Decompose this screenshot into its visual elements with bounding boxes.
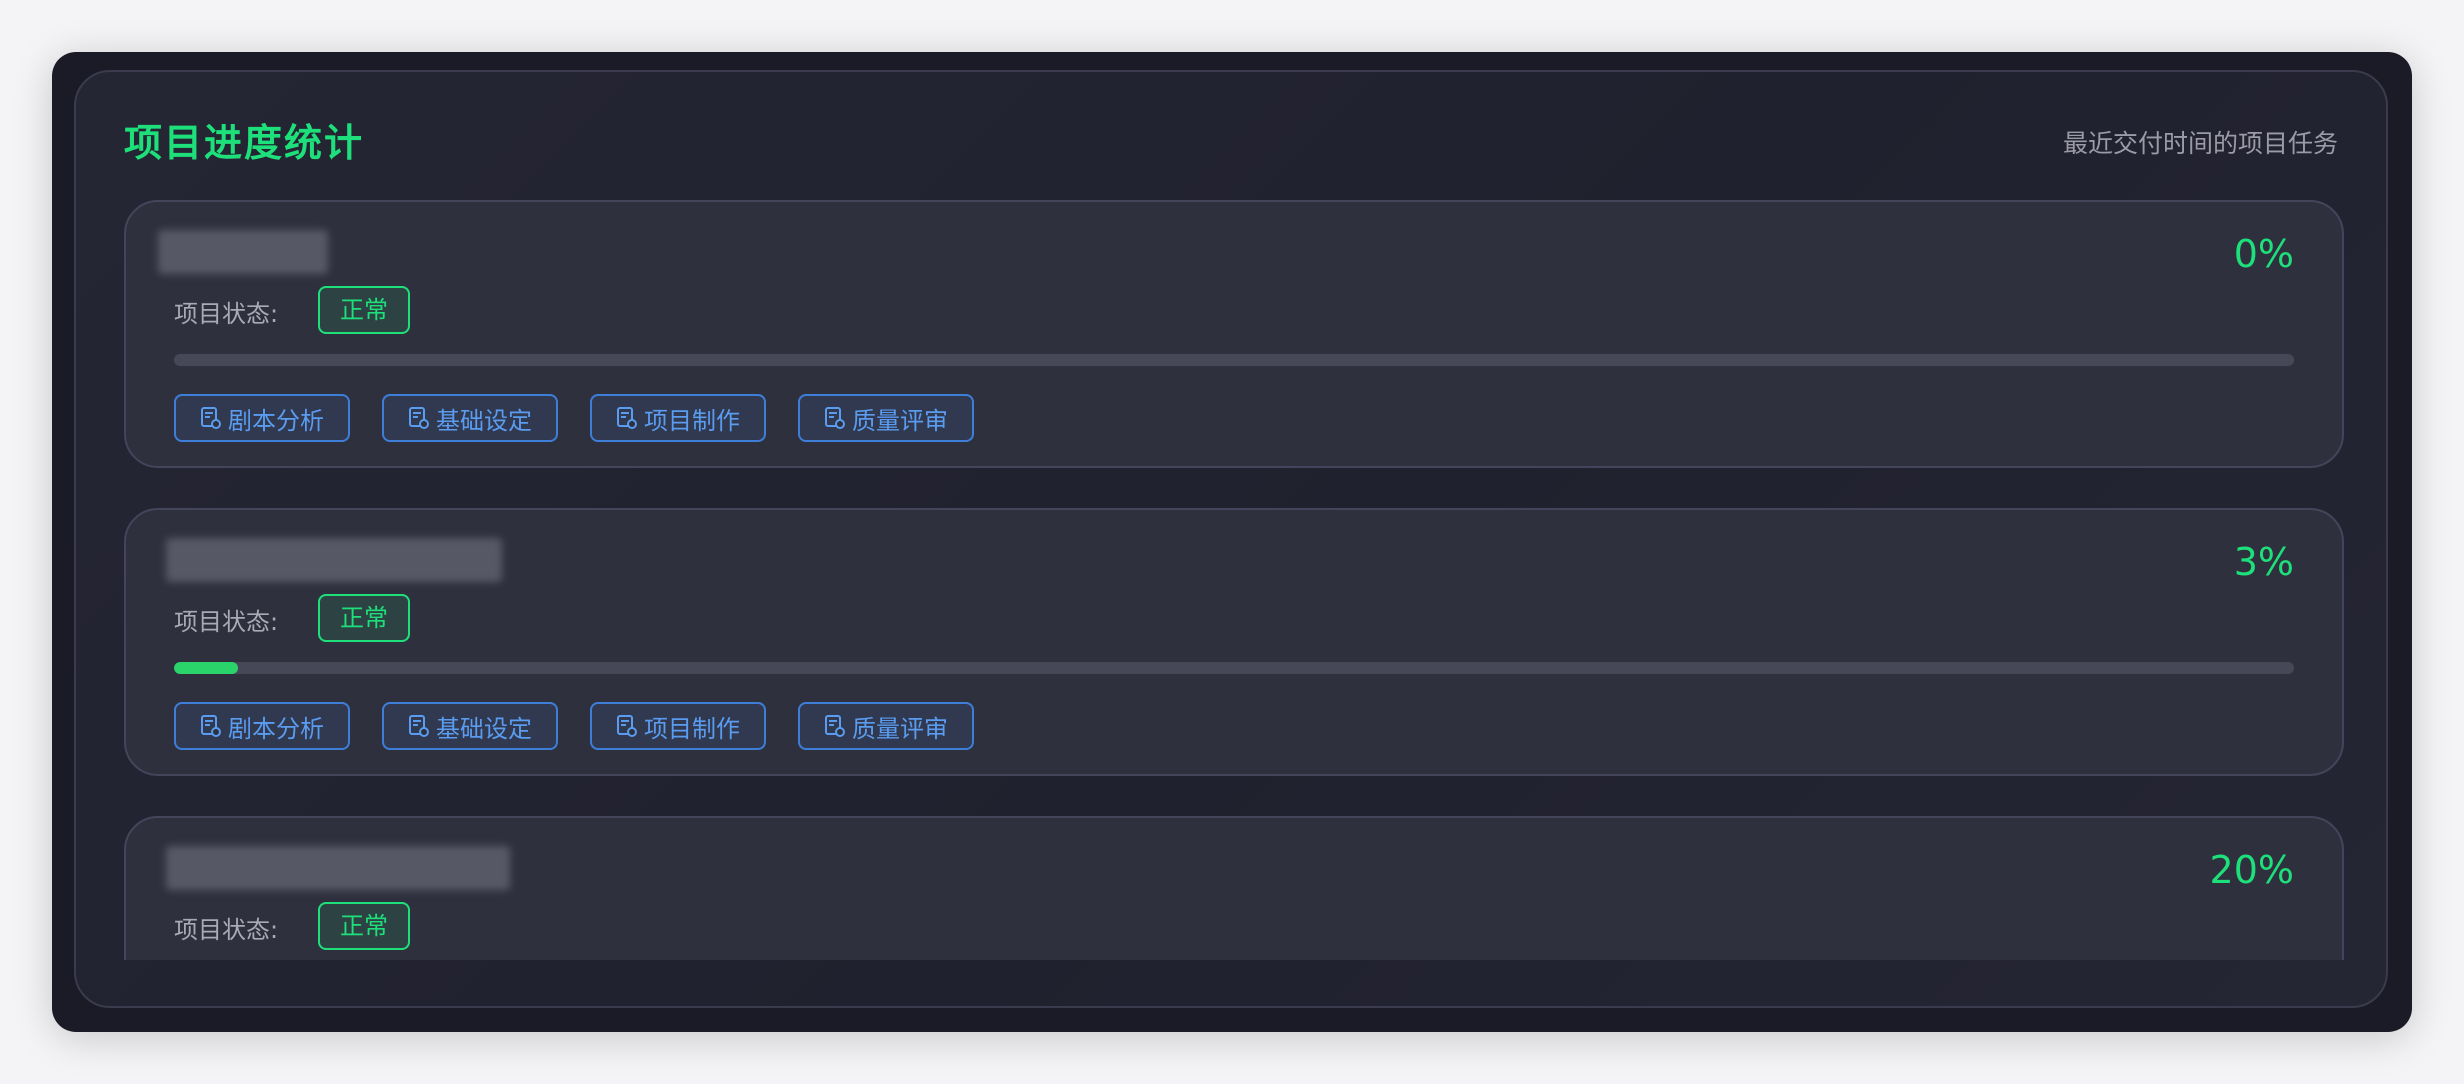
project-card: 3% 项目状态: 正常 剧本分析 基础设定 项目制作 质量评审 xyxy=(124,508,2344,776)
progress-percent: 3% xyxy=(2233,540,2294,584)
progress-bar xyxy=(174,662,2294,674)
document-icon xyxy=(825,715,845,737)
document-icon xyxy=(201,715,221,737)
action-buttons: 剧本分析 基础设定 项目制作 质量评审 xyxy=(174,702,974,750)
project-production-button[interactable]: 项目制作 xyxy=(590,394,766,442)
project-list[interactable]: 0% 项目状态: 正常 剧本分析 基础设定 项目制作 质量评审 3% 项目状态:… xyxy=(124,200,2344,960)
progress-bar-fill xyxy=(174,662,238,674)
status-badge: 正常 xyxy=(318,902,410,950)
status-label: 项目状态: xyxy=(174,300,279,328)
progress-percent: 0% xyxy=(2233,232,2294,276)
app-frame: 项目进度统计 最近交付时间的项目任务 0% 项目状态: 正常 剧本分析 基础设定… xyxy=(52,52,2412,1032)
project-name-redacted xyxy=(166,846,510,890)
action-label: 基础设定 xyxy=(436,714,532,743)
document-icon xyxy=(201,407,221,429)
action-label: 基础设定 xyxy=(436,406,532,435)
status-badge: 正常 xyxy=(318,594,410,642)
project-name-redacted xyxy=(158,230,328,274)
action-label: 剧本分析 xyxy=(228,406,324,435)
document-icon xyxy=(825,407,845,429)
document-icon xyxy=(617,407,637,429)
progress-bar xyxy=(174,354,2294,366)
document-icon xyxy=(409,407,429,429)
document-icon xyxy=(409,715,429,737)
document-icon xyxy=(617,715,637,737)
action-label: 质量评审 xyxy=(852,714,948,743)
action-label: 项目制作 xyxy=(644,406,740,435)
project-production-button[interactable]: 项目制作 xyxy=(590,702,766,750)
basic-settings-button[interactable]: 基础设定 xyxy=(382,394,558,442)
status-label: 项目状态: xyxy=(174,916,279,944)
project-card: 0% 项目状态: 正常 剧本分析 基础设定 项目制作 质量评审 xyxy=(124,200,2344,468)
quality-review-button[interactable]: 质量评审 xyxy=(798,394,974,442)
script-analysis-button[interactable]: 剧本分析 xyxy=(174,394,350,442)
action-buttons: 剧本分析 基础设定 项目制作 质量评审 xyxy=(174,394,974,442)
quality-review-button[interactable]: 质量评审 xyxy=(798,702,974,750)
panel-title: 项目进度统计 xyxy=(124,121,365,165)
action-label: 质量评审 xyxy=(852,406,948,435)
project-name-redacted xyxy=(166,538,502,582)
project-card: 20% 项目状态: 正常 xyxy=(124,816,2344,960)
action-label: 项目制作 xyxy=(644,714,740,743)
project-progress-panel: 项目进度统计 最近交付时间的项目任务 0% 项目状态: 正常 剧本分析 基础设定… xyxy=(74,70,2388,1008)
status-badge: 正常 xyxy=(318,286,410,334)
status-label: 项目状态: xyxy=(174,608,279,636)
panel-subtitle: 最近交付时间的项目任务 xyxy=(2062,129,2338,158)
script-analysis-button[interactable]: 剧本分析 xyxy=(174,702,350,750)
progress-percent: 20% xyxy=(2209,848,2294,892)
action-label: 剧本分析 xyxy=(228,714,324,743)
basic-settings-button[interactable]: 基础设定 xyxy=(382,702,558,750)
